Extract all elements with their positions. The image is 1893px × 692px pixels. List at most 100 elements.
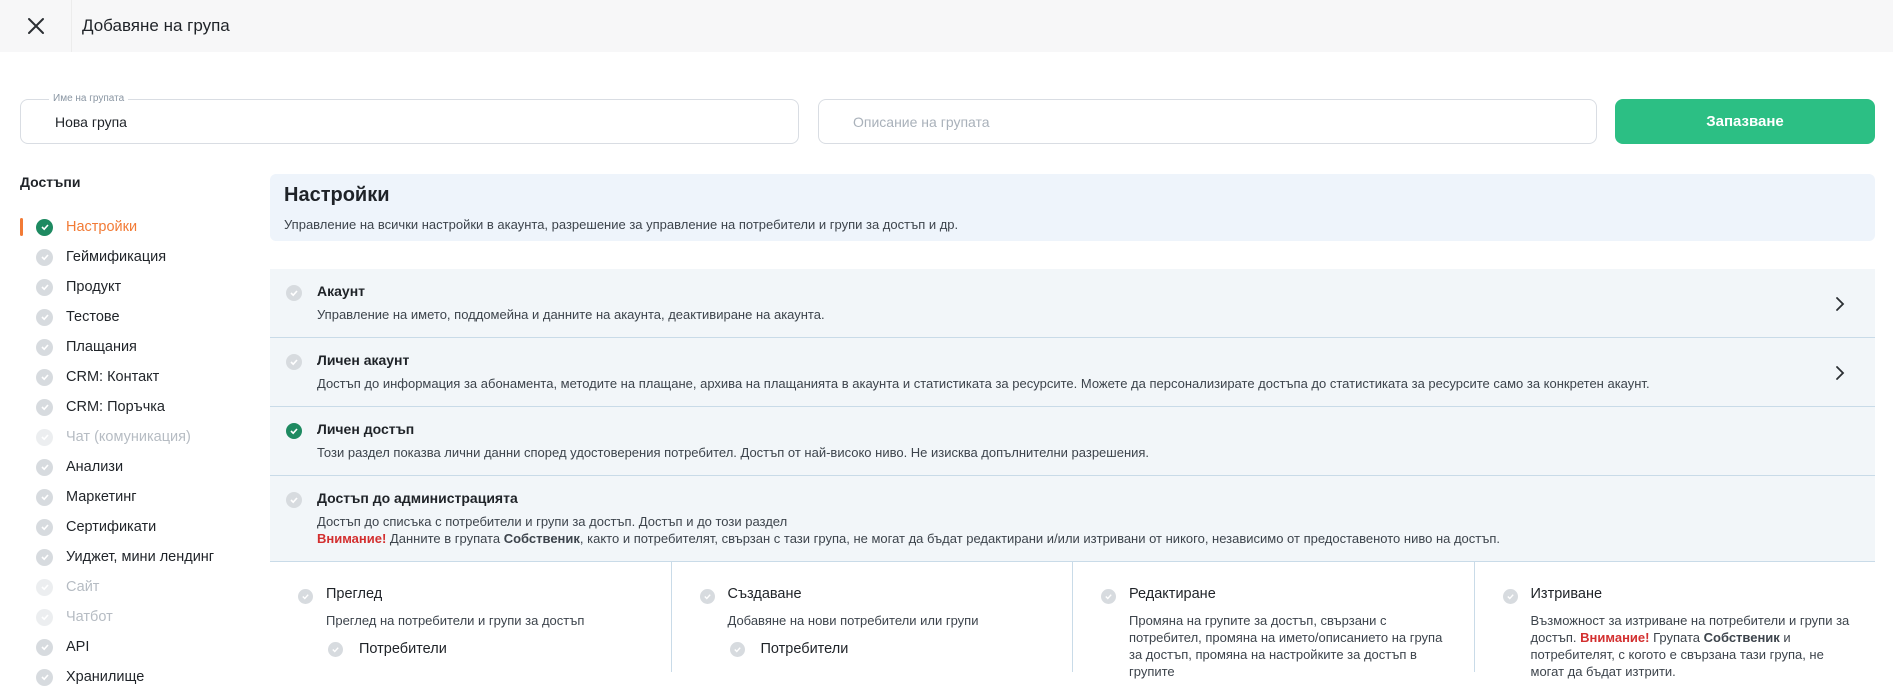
close-button[interactable]: [0, 0, 72, 52]
page-title: Добавяне на група: [82, 16, 230, 35]
sidebar-item[interactable]: API: [20, 632, 250, 662]
permission-view-title: Преглед: [326, 586, 383, 602]
section-admin-access-desc: Достъп до списъка с потребители и групи …: [317, 513, 1827, 547]
check-circle-icon[interactable]: [286, 354, 302, 370]
permission-delete-title: Изтриване: [1530, 586, 1603, 602]
check-circle-icon: [36, 368, 53, 386]
save-button[interactable]: Запазване: [1615, 99, 1875, 144]
sidebar-item-label: Сертификати: [66, 519, 157, 535]
admin-access-desc-text: Достъп до списъка с потребители и групи …: [317, 514, 788, 529]
check-circle-icon[interactable]: [286, 285, 302, 301]
check-circle-icon[interactable]: [699, 589, 715, 604]
sidebar-item[interactable]: Уиджет, мини лендинг: [20, 542, 250, 572]
check-circle-icon[interactable]: [729, 641, 745, 657]
check-circle-icon: [36, 548, 53, 566]
sidebar-item-label: Настройки: [66, 219, 138, 235]
sidebar-list: Настройки Геймификация Продукт Тестове Плаща…: [20, 212, 250, 692]
group-name-input[interactable]: [21, 100, 798, 143]
sidebar-item[interactable]: Сертификати: [20, 512, 250, 542]
sidebar-item-label: Сайт: [66, 579, 100, 595]
section-personal-access-title: Личен достъп: [317, 421, 415, 437]
permission-create-desc: Добавяне на нови потребители или групи: [727, 613, 979, 628]
check-circle-icon[interactable]: [286, 492, 302, 508]
check-circle-icon: [36, 398, 53, 416]
sidebar-item[interactable]: Анализи: [20, 452, 250, 482]
permission-create[interactable]: Създаване Добавяне на нови потребители и…: [672, 562, 1073, 672]
sidebar-item[interactable]: Плащания: [20, 332, 250, 362]
section-header: Настройки Управление на всички настройки…: [270, 174, 1875, 241]
main-panel: Настройки Управление на всички настройки…: [270, 174, 1876, 679]
group-name-label: Име на групата: [49, 93, 129, 104]
permission-view-desc: Преглед на потребители и групи за достъп: [326, 613, 585, 628]
chevron-right-icon[interactable]: [1835, 296, 1845, 312]
sidebar-item[interactable]: Тестове: [20, 302, 250, 332]
permission-view-users-label: Потребители: [359, 641, 447, 657]
section-account-desc: Управление на името, поддомейна и даннит…: [317, 307, 825, 322]
sidebar-item-label: Уиджет, мини лендинг: [66, 549, 215, 565]
sidebar-item[interactable]: Хранилище: [20, 662, 250, 692]
permission-create-users[interactable]: Потребители: [728, 641, 1053, 657]
sidebar-item-label: Чатбот: [66, 609, 113, 625]
check-circle-icon: [36, 248, 53, 266]
section-description: Управление на всички настройки в акаунта…: [284, 217, 959, 232]
check-circle-icon: [36, 458, 53, 476]
check-circle-icon[interactable]: [1502, 589, 1518, 604]
sidebar-item[interactable]: CRM: Контакт: [20, 362, 250, 392]
section-personal-access[interactable]: Личен достъп Този раздел показва лични д…: [270, 407, 1875, 476]
section-title: Настройки: [284, 184, 390, 206]
sidebar-item: Чатбот: [20, 602, 250, 632]
warning-owner-group: Собственик: [1703, 630, 1780, 645]
sidebar-item: Сайт: [20, 572, 250, 602]
sidebar-item-label: Маркетинг: [66, 489, 137, 505]
check-circle-icon: [36, 278, 53, 296]
group-description-input[interactable]: [819, 100, 1596, 143]
check-circle-icon[interactable]: [1101, 589, 1116, 604]
check-circle-icon: [36, 638, 53, 656]
section-admin-access[interactable]: Достъп до администрацията Достъп до спис…: [270, 476, 1875, 562]
access-sidebar: Достъпи Настройки Геймификация Продукт Тест…: [20, 174, 250, 692]
sidebar-item-label: API: [66, 639, 90, 655]
section-account[interactable]: Акаунт Управление на името, поддомейна и…: [270, 269, 1875, 338]
sidebar-item[interactable]: Продукт: [20, 272, 250, 302]
warning-label: Внимание!: [317, 531, 387, 546]
sidebar-item[interactable]: CRM: Поръчка: [20, 392, 250, 422]
check-circle-icon[interactable]: [328, 641, 343, 657]
permission-delete[interactable]: Изтриване Възможност за изтриване на пот…: [1475, 562, 1876, 679]
permission-delete-text: Групата: [1649, 630, 1704, 645]
permission-view-users[interactable]: Потребители: [326, 641, 651, 657]
permission-edit[interactable]: Редактиране Промяна на групите за достъп…: [1073, 562, 1475, 679]
group-name-field[interactable]: Име на групата: [20, 93, 799, 144]
admin-access-warning: Внимание! Данните в групата Собственик, …: [317, 530, 1827, 547]
warning-text: , както и потребителят, свързан с тази г…: [579, 531, 1501, 546]
permissions-grid: Преглед Преглед на потребители и групи з…: [270, 562, 1876, 679]
section-admin-access-title: Достъп до администрацията: [317, 490, 518, 506]
check-circle-icon: [36, 578, 53, 596]
sidebar-item[interactable]: Геймификация: [20, 242, 250, 272]
check-circle-icon: [36, 218, 53, 236]
check-circle-icon: [36, 668, 53, 686]
permission-edit-title: Редактиране: [1129, 586, 1216, 602]
chevron-right-icon[interactable]: [1835, 365, 1845, 381]
check-circle-icon[interactable]: [298, 589, 313, 604]
check-circle-icon: [36, 488, 53, 506]
check-circle-icon[interactable]: [286, 423, 302, 439]
check-circle-icon: [36, 428, 53, 446]
warning-text: Данните в групата: [386, 531, 504, 546]
warning-label: Внимание!: [1580, 630, 1650, 645]
group-description-field[interactable]: [818, 99, 1597, 144]
sidebar-item-label: Анализи: [66, 459, 124, 475]
sidebar-item-label: Тестове: [66, 309, 120, 325]
section-personal-account-desc: Достъп до информация за абонамента, мето…: [317, 376, 1650, 391]
sidebar-item-label: Хранилище: [66, 669, 145, 685]
sidebar-item-label: Продукт: [66, 279, 122, 295]
sidebar-item-label: Геймификация: [66, 249, 167, 265]
section-personal-account[interactable]: Личен акаунт Достъп до информация за або…: [270, 338, 1875, 407]
check-circle-icon: [36, 518, 53, 536]
permission-edit-desc: Промяна на групите за достъп, свързани с…: [1129, 613, 1443, 679]
permission-view[interactable]: Преглед Преглед на потребители и групи з…: [270, 562, 672, 672]
sidebar-item[interactable]: Настройки: [20, 212, 250, 242]
permission-create-title: Създаване: [727, 586, 802, 602]
section-personal-account-title: Личен акаунт: [317, 352, 410, 368]
permission-delete-desc: Възможност за изтриване на потребители и…: [1531, 612, 1856, 680]
sidebar-item[interactable]: Маркетинг: [20, 482, 250, 512]
